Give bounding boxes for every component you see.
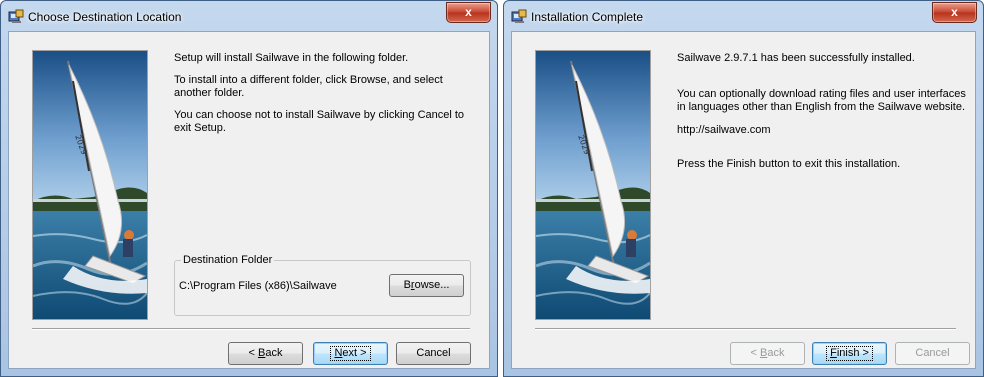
destination-folder-group: Destination Folder C:\Program Files (x86… (174, 254, 471, 316)
back-button[interactable]: < Back (730, 342, 805, 365)
next-label-post: ext > (342, 347, 367, 359)
finish-button[interactable]: Finish > (812, 342, 887, 365)
close-button[interactable]: x (932, 2, 977, 23)
browse-label-pre: B (403, 279, 411, 291)
browse-button[interactable]: Browse... (389, 274, 464, 297)
title-bar[interactable]: Installation Complete x (504, 1, 983, 31)
back-label-post: ack (767, 347, 785, 359)
browse-label-post: owse... (414, 279, 450, 291)
back-label-pre: < (750, 347, 760, 359)
download-info-text: You can optionally download rating files… (677, 88, 966, 113)
button-divider (32, 328, 470, 330)
finish-instruction-text: Press the Finish button to exit this ins… (677, 158, 901, 170)
info-text-2: To install into a different folder, clic… (174, 74, 443, 99)
group-label: Destination Folder (181, 254, 275, 266)
sailboat-image: 2029 (32, 50, 148, 320)
choose-destination-window: Choose Destination Location x 2029 Setup… (0, 0, 498, 377)
next-focus-rect: Next > (330, 346, 371, 361)
cancel-button[interactable]: Cancel (396, 342, 471, 365)
info-text-1: Setup will install Sailwave in the follo… (174, 52, 409, 64)
close-button[interactable]: x (446, 2, 491, 23)
next-button[interactable]: Next > (313, 342, 388, 365)
installation-complete-window: Installation Complete x 2029 Sailwave 2.… (503, 0, 984, 377)
dialog-body: 2029 Setup will install Sailwave in the … (8, 31, 490, 369)
back-button[interactable]: < Back (228, 342, 303, 365)
window-title: Choose Destination Location (28, 10, 182, 24)
finish-access-key: F (830, 347, 837, 359)
finish-label-post: inish > (836, 347, 869, 359)
finish-focus-rect: Finish > (826, 346, 873, 361)
dialog-body: 2029 Sailwave 2.9.7.1 has been successfu… (511, 31, 976, 369)
button-divider (535, 328, 956, 330)
window-title: Installation Complete (531, 10, 644, 24)
sailboat-image: 2029 (535, 50, 651, 320)
setup-app-icon (8, 9, 24, 24)
back-label-post: ack (265, 347, 283, 359)
destination-path: C:\Program Files (x86)\Sailwave (179, 280, 337, 292)
back-label-pre: < (248, 347, 258, 359)
info-text-3: You can choose not to install Sailwave b… (174, 109, 465, 134)
success-text: Sailwave 2.9.7.1 has been successfully i… (677, 52, 915, 64)
website-url-text: http://sailwave.com (677, 124, 771, 136)
cancel-button[interactable]: Cancel (895, 342, 970, 365)
title-bar[interactable]: Choose Destination Location x (1, 1, 497, 31)
setup-app-icon (511, 9, 527, 24)
